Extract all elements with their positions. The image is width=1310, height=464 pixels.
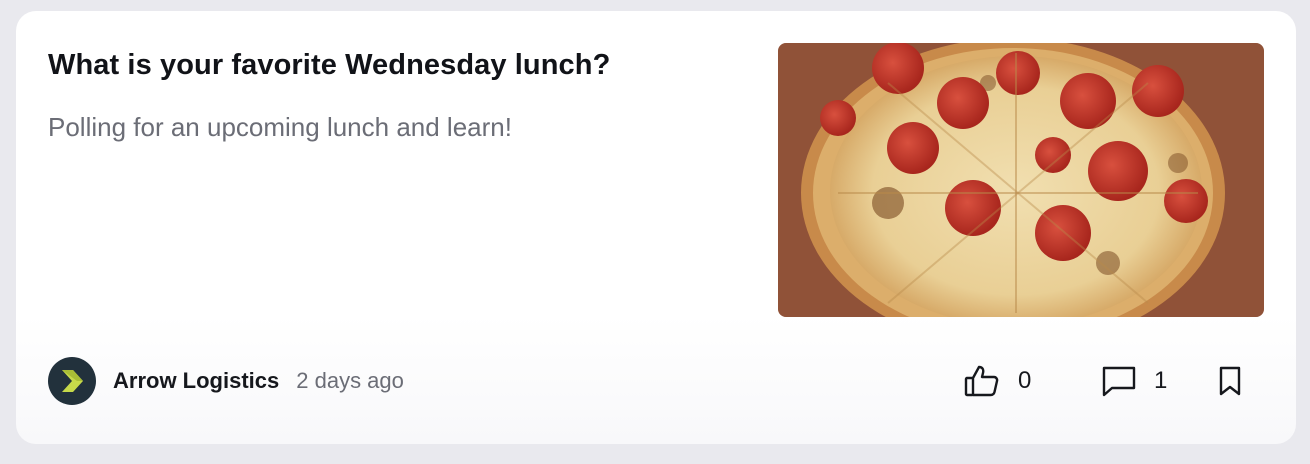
- like-button[interactable]: 0: [964, 363, 1031, 399]
- author-name[interactable]: Arrow Logistics: [113, 368, 279, 394]
- post-timestamp: 2 days ago: [296, 368, 404, 393]
- arrow-logistics-logo[interactable]: [48, 357, 96, 405]
- comment-count: 1: [1154, 367, 1168, 394]
- post-card[interactable]: What is your favorite Wednesday lunch? P…: [16, 11, 1296, 444]
- post-author: Arrow Logistics 2 days ago: [48, 357, 404, 405]
- bookmark-button[interactable]: [1218, 363, 1242, 399]
- comment-icon: [1102, 366, 1136, 397]
- thumbs-up-icon: [964, 365, 999, 397]
- comment-button[interactable]: 1: [1102, 363, 1167, 399]
- post-description: Polling for an upcoming lunch and learn!: [48, 112, 512, 142]
- like-count: 0: [1018, 367, 1032, 394]
- bookmark-icon: [1219, 366, 1241, 396]
- post-image[interactable]: [778, 43, 1264, 317]
- post-title[interactable]: What is your favorite Wednesday lunch?: [48, 49, 610, 82]
